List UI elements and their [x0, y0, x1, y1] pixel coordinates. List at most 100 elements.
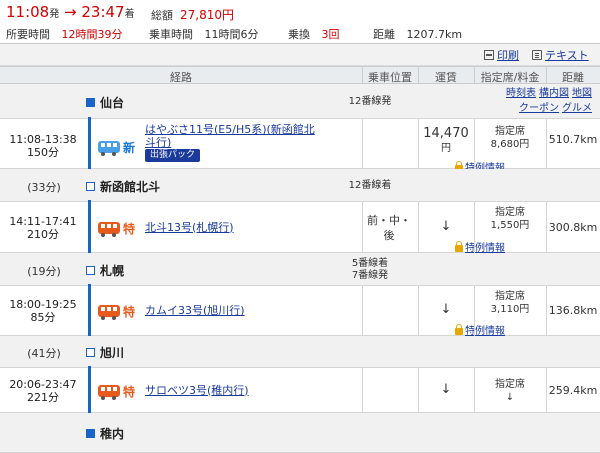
station-name[interactable]: 仙台 — [86, 94, 124, 111]
arrival-suffix: 着 — [124, 9, 135, 20]
station-name[interactable]: 札幌 — [86, 262, 124, 279]
print-toolbar: 印刷 テキスト — [0, 44, 600, 66]
distance-value: 1207.7km — [406, 28, 463, 41]
coupon-link[interactable]: クーポン — [519, 103, 559, 114]
business-pack-badge[interactable]: 出張パック — [145, 149, 201, 162]
train-leg: 18:00-19:25 85分 特カムイ33号(旭川行) ↓ 指定席 3,110円 特例情報… — [0, 284, 600, 337]
train-name[interactable]: 北斗13号(札幌行) — [145, 221, 325, 234]
map-link[interactable]: 地図 — [572, 88, 592, 99]
fare-cell: ↓ — [440, 302, 452, 317]
special-info-link[interactable]: 特例情報 — [455, 239, 505, 254]
column-divider — [418, 119, 419, 169]
leg-time: 14:11-17:41 210分 — [9, 214, 77, 241]
station-row-asahikawa: (41分) 旭川 — [0, 336, 600, 368]
station-marker-icon — [86, 265, 95, 275]
platform-info: 12番線発 — [348, 96, 392, 107]
fare-cell: 14,470 円 — [423, 126, 469, 155]
column-divider — [546, 119, 547, 169]
transfer-label: 乗換 — [288, 28, 310, 41]
route-line — [88, 117, 91, 169]
route-line — [88, 284, 91, 336]
train-name[interactable]: カムイ33号(旭川行) — [145, 304, 325, 317]
train-type-badge: 特 — [123, 305, 136, 319]
arrow: → — [64, 3, 77, 21]
text-icon — [532, 50, 542, 60]
station-name[interactable]: 旭川 — [86, 344, 124, 361]
column-divider — [362, 368, 363, 413]
distance-label: 距離 — [373, 28, 395, 41]
summary-details: 所要時間 12時間39分 乗車時間 11時間6分 乗換 3回 距離 1207.7… — [6, 26, 462, 42]
special-info-link[interactable]: 特例情報 — [455, 322, 505, 337]
station-row-wakkanai: 稚内 — [0, 413, 600, 453]
seat-fare-cell: 指定席 8,680円 — [490, 126, 530, 150]
station-map-link[interactable]: 構内図 — [539, 88, 569, 99]
transfer-wait: (41分) — [27, 347, 61, 360]
station-row-sendai: 仙台 12番線発 時刻表 構内図 地図 クーポン グルメ — [0, 84, 600, 119]
route-summary: 11:08発 → 23:47着 総額 27,810円 所要時間 12時間39分 … — [0, 0, 600, 44]
column-divider — [474, 286, 475, 336]
station-name[interactable]: 稚内 — [86, 425, 124, 442]
lock-icon — [455, 324, 463, 335]
route-line — [88, 366, 91, 413]
print-link[interactable]: 印刷 — [484, 47, 519, 63]
column-divider — [474, 119, 475, 169]
column-divider — [418, 202, 419, 253]
total-fare-value: 27,810円 — [180, 8, 234, 22]
station-row-shin-hakodate-hokuto: (33分) 新函館北斗 12番線着 — [0, 169, 600, 202]
station-marker-icon — [86, 429, 95, 438]
seat-fare-cell: 指定席 1,550円 — [490, 207, 530, 231]
fare-cell: ↓ — [440, 381, 452, 397]
transfer-value: 3回 — [321, 28, 340, 41]
timetable-link[interactable]: 時刻表 — [506, 88, 536, 99]
station-name[interactable]: 新函館北斗 — [86, 178, 160, 195]
total-fare-label: 総額 — [151, 9, 173, 22]
column-divider — [362, 286, 363, 336]
print-label: 印刷 — [497, 49, 519, 62]
ride-time-label: 乗車時間 — [149, 28, 193, 41]
column-divider — [418, 286, 419, 336]
express-train-icon — [98, 384, 120, 400]
route-line — [88, 200, 91, 253]
leg-time: 11:08-13:38 150分 — [9, 133, 77, 159]
platform-info: 12番線着 — [348, 179, 392, 191]
header-distance: 距離 — [562, 71, 584, 84]
leg-distance: 300.8km — [548, 220, 598, 234]
column-divider — [474, 202, 475, 253]
seat-fare-cell: 指定席 3,110円 — [490, 291, 530, 315]
time-range: 11:08発 → 23:47着 — [6, 3, 135, 21]
column-divider — [546, 202, 547, 253]
text-label: テキスト — [545, 49, 589, 62]
leg-distance: 510.7km — [548, 133, 598, 146]
column-divider — [362, 202, 363, 253]
duration-value: 12時間39分 — [61, 28, 123, 41]
header-route: 経路 — [170, 71, 192, 84]
transfer-wait: (33分) — [27, 180, 61, 194]
duration-label: 所要時間 — [6, 28, 50, 41]
departure-time: 11:08 — [6, 3, 50, 21]
route-table: 経路 乗車位置 運賃 指定席/料金 距離 仙台 12番線発 時刻表 構内図 地図 ク… — [0, 66, 600, 453]
train-name[interactable]: はやぶさ11号(E5/H5系)(新函館北斗行) — [145, 123, 325, 149]
train-type-badge: 特 — [123, 221, 136, 236]
leg-distance: 259.4km — [548, 383, 598, 397]
station-links: 時刻表 構内図 地図 クーポン グルメ — [432, 86, 592, 116]
train-leg: 11:08-13:38 150分 新 はやぶさ11号(E5/H5系)(新函館北斗行… — [0, 117, 600, 174]
text-link[interactable]: テキスト — [532, 47, 589, 63]
station-row-sapporo: (19分) 札幌 5番線着 7番線発 — [0, 253, 600, 286]
lock-icon — [455, 241, 463, 252]
header-fare: 運賃 — [435, 71, 457, 84]
table-header: 経路 乗車位置 運賃 指定席/料金 距離 — [0, 66, 600, 84]
train-type-badge: 新 — [123, 141, 136, 155]
train-leg: 14:11-17:41 210分 特北斗13号(札幌行) 前・中・後 ↓ 指定席 1,550… — [0, 200, 600, 254]
car-position: 前・中・後 — [367, 213, 411, 242]
column-divider — [546, 286, 547, 336]
platform-info: 5番線着 7番線発 — [351, 257, 389, 281]
transfer-wait: (19分) — [27, 264, 61, 278]
column-divider — [546, 368, 547, 413]
leg-distance: 136.8km — [548, 304, 598, 317]
train-name[interactable]: サロベツ3号(稚内行) — [145, 384, 325, 397]
gourmet-link[interactable]: グルメ — [562, 103, 592, 114]
column-divider — [474, 368, 475, 413]
station-marker-icon — [86, 348, 95, 357]
ride-time-value: 11時間6分 — [204, 28, 259, 41]
station-marker-icon — [86, 98, 95, 107]
